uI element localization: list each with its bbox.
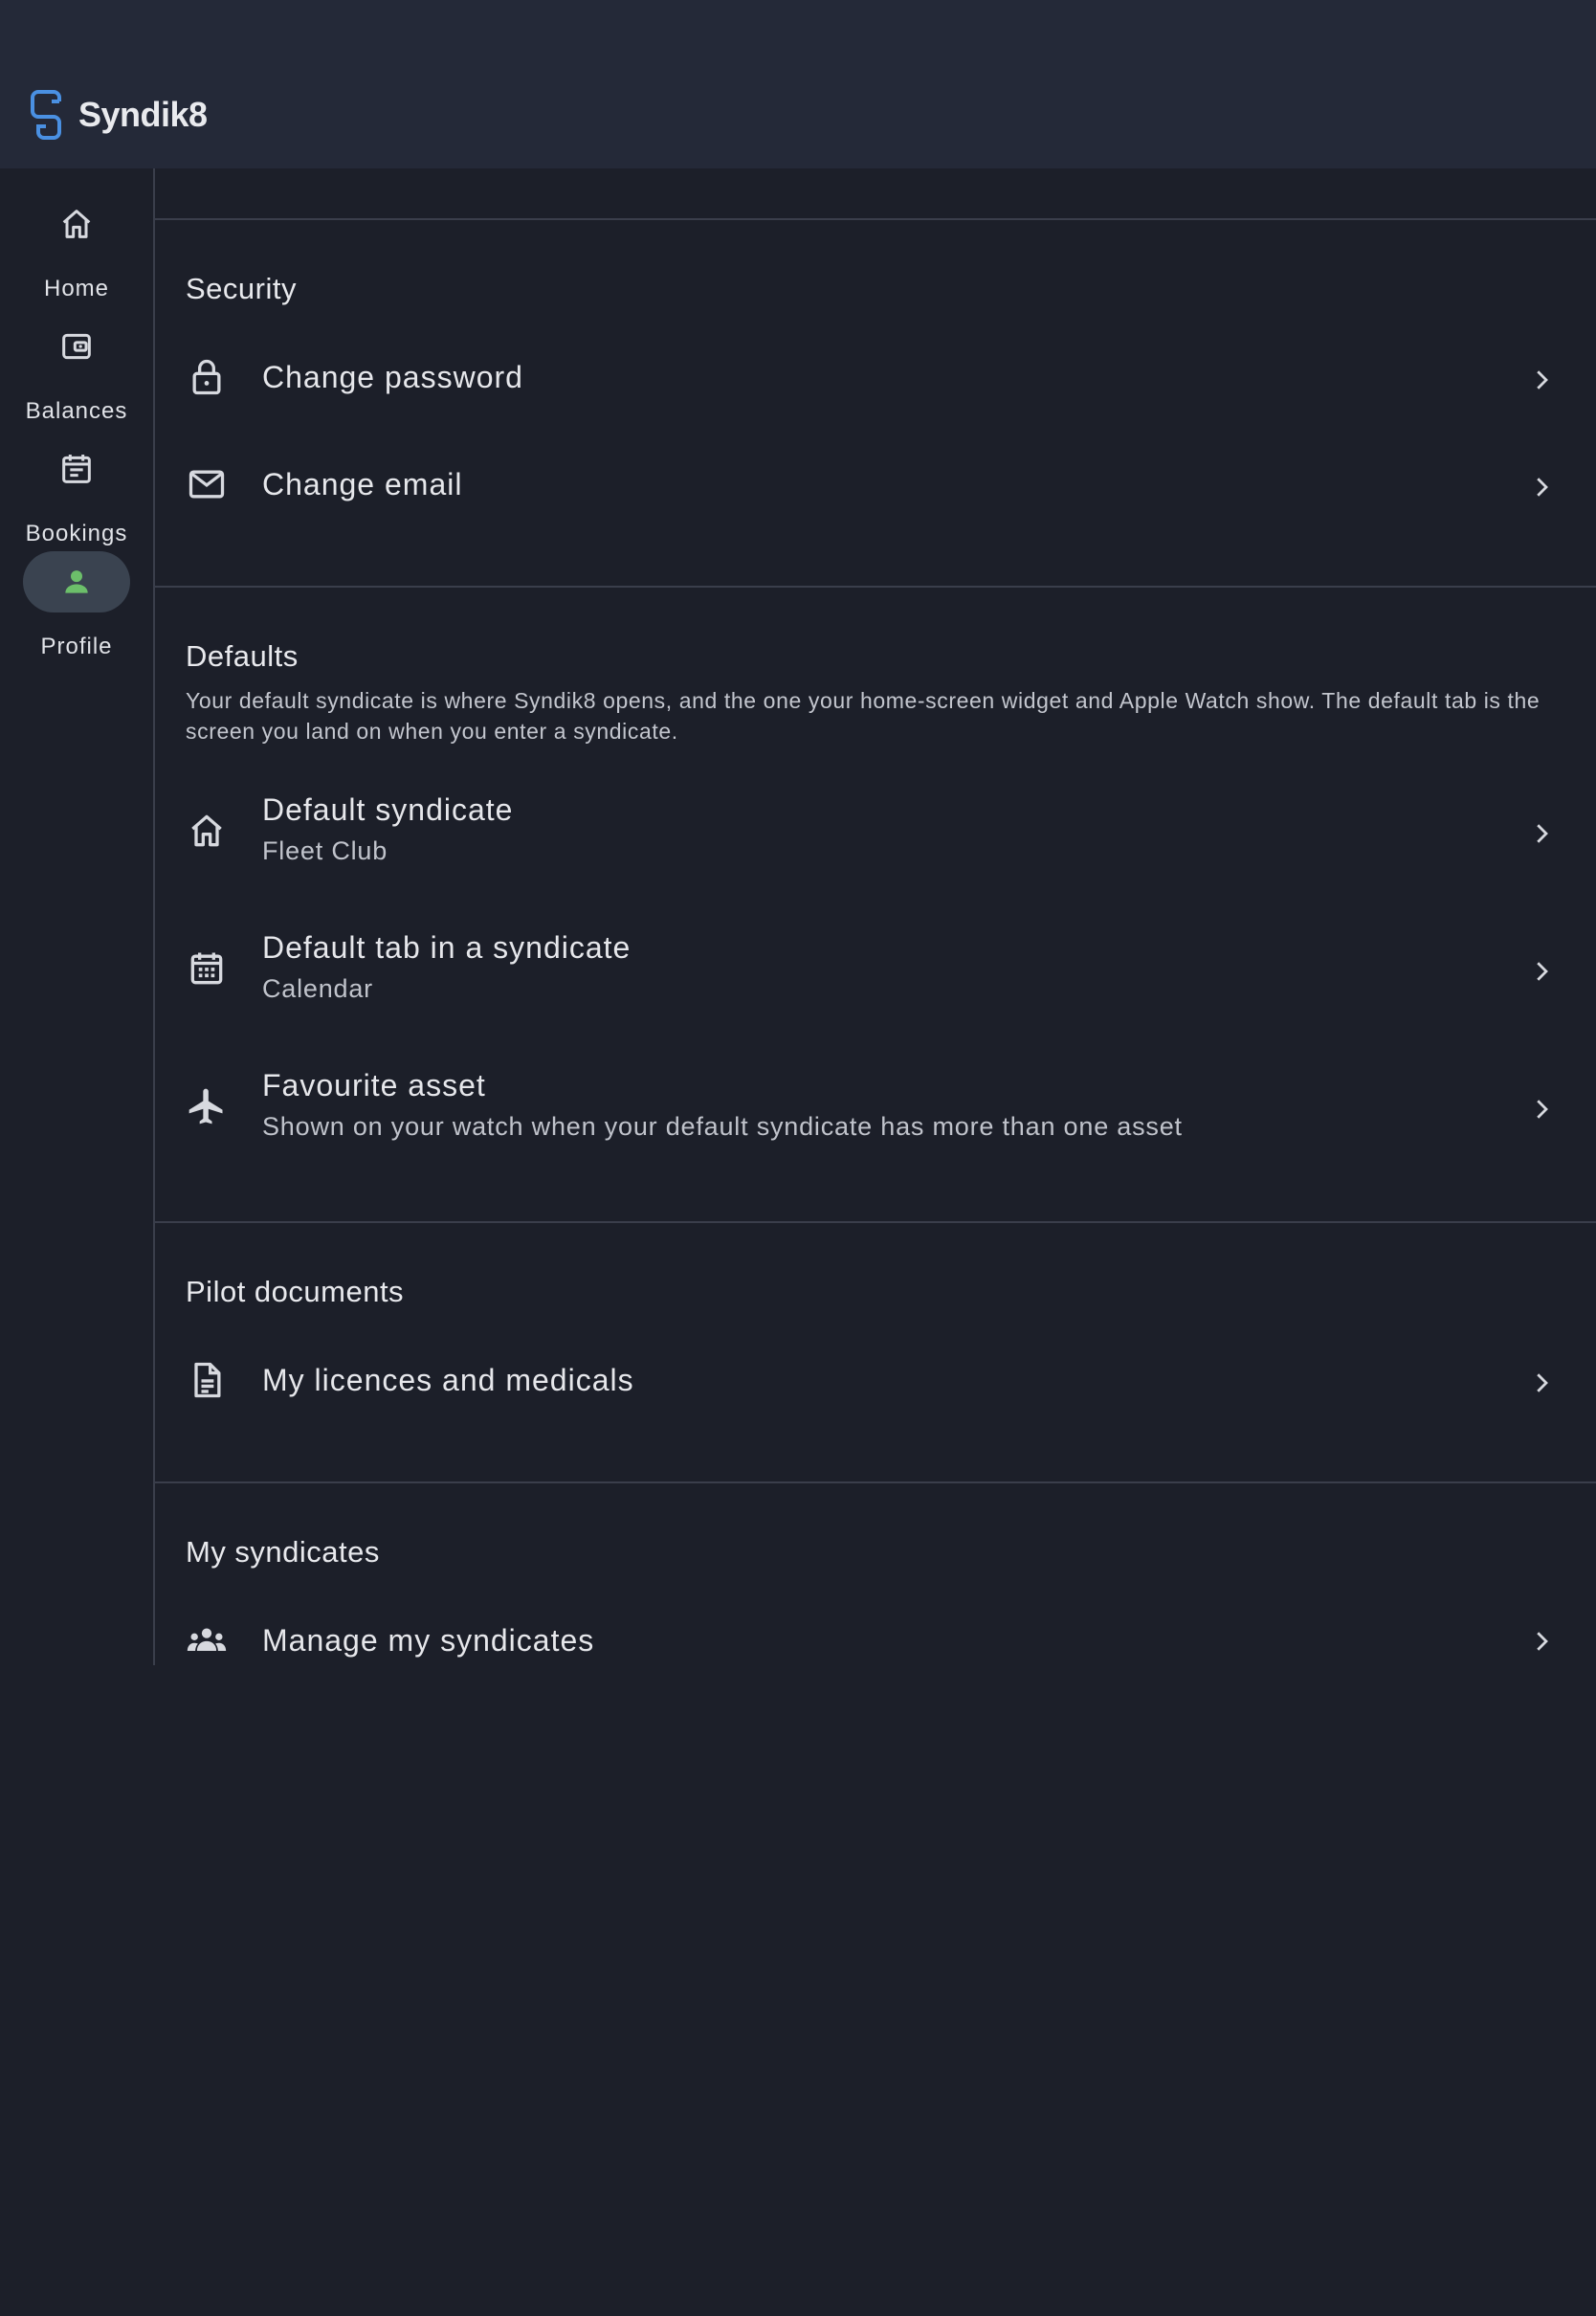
nav-label-bookings: Bookings	[25, 521, 128, 546]
favourite-asset-row[interactable]: Favourite asset Shown on your watch when…	[155, 1045, 1596, 1169]
section-divider	[155, 586, 1596, 588]
section-title-my-syndicates: My syndicates	[186, 1535, 380, 1569]
mail-icon	[186, 463, 228, 505]
airplane-icon	[186, 1085, 228, 1127]
section-title-security: Security	[186, 272, 297, 305]
favourite-asset-description: Shown on your watch when your default sy…	[262, 1112, 1183, 1141]
document-icon	[186, 1359, 228, 1401]
section-divider	[155, 1481, 1596, 1483]
nav-item-balances[interactable]: Balances	[0, 316, 153, 431]
home-icon	[23, 193, 130, 255]
app-header: Syndik8	[0, 0, 1596, 168]
navigation-rail: Home Balances Bookings Profile	[0, 168, 155, 1665]
chevron-right-icon	[1527, 1627, 1556, 1656]
licences-medicals-row[interactable]: My licences and medicals	[155, 1334, 1596, 1430]
change-password-row[interactable]: Change password	[155, 331, 1596, 427]
default-syndicate-row[interactable]: Default syndicate Fleet Club	[155, 769, 1596, 894]
chevron-right-icon	[1527, 366, 1556, 394]
nav-label-balances: Balances	[25, 398, 128, 424]
chevron-right-icon	[1527, 819, 1556, 848]
person-icon	[23, 551, 130, 612]
nav-label-home: Home	[43, 276, 110, 301]
default-tab-value: Calendar	[262, 974, 373, 1003]
nav-label-profile: Profile	[40, 634, 113, 659]
nav-item-profile[interactable]: Profile	[0, 551, 153, 666]
app-name: Syndik8	[78, 95, 208, 134]
logo-icon	[31, 90, 61, 140]
licences-medicals-label: My licences and medicals	[262, 1363, 634, 1397]
favourite-asset-label: Favourite asset	[262, 1068, 486, 1102]
section-divider	[155, 218, 1596, 220]
wallet-icon	[23, 316, 130, 377]
defaults-description: Your default syndicate is where Syndik8 …	[186, 688, 1541, 744]
chevron-right-icon	[1527, 1095, 1556, 1124]
chevron-right-icon	[1527, 957, 1556, 986]
lock-icon	[186, 356, 228, 398]
default-tab-label: Default tab in a syndicate	[262, 930, 632, 965]
chevron-right-icon	[1527, 1369, 1556, 1397]
section-title-pilot-documents: Pilot documents	[186, 1275, 405, 1308]
group-icon	[186, 1619, 228, 1661]
chevron-right-icon	[1527, 473, 1556, 501]
section-divider	[155, 1221, 1596, 1223]
default-syndicate-value: Fleet Club	[262, 836, 388, 865]
home-icon	[186, 810, 228, 852]
default-syndicate-label: Default syndicate	[262, 792, 514, 827]
default-tab-row[interactable]: Default tab in a syndicate Calendar	[155, 907, 1596, 1032]
change-email-row[interactable]: Change email	[155, 438, 1596, 534]
section-title-defaults: Defaults	[186, 639, 299, 673]
nav-item-home[interactable]: Home	[0, 193, 153, 308]
manage-syndicates-label: Manage my syndicates	[262, 1623, 595, 1658]
app-logo[interactable]: Syndik8	[31, 88, 208, 142]
calendar-list-icon	[23, 438, 130, 500]
change-password-label: Change password	[262, 360, 523, 394]
manage-syndicates-row[interactable]: Manage my syndicates	[155, 1594, 1596, 1665]
change-email-label: Change email	[262, 467, 463, 501]
nav-item-bookings[interactable]: Bookings	[0, 438, 153, 553]
calendar-icon	[186, 947, 228, 990]
